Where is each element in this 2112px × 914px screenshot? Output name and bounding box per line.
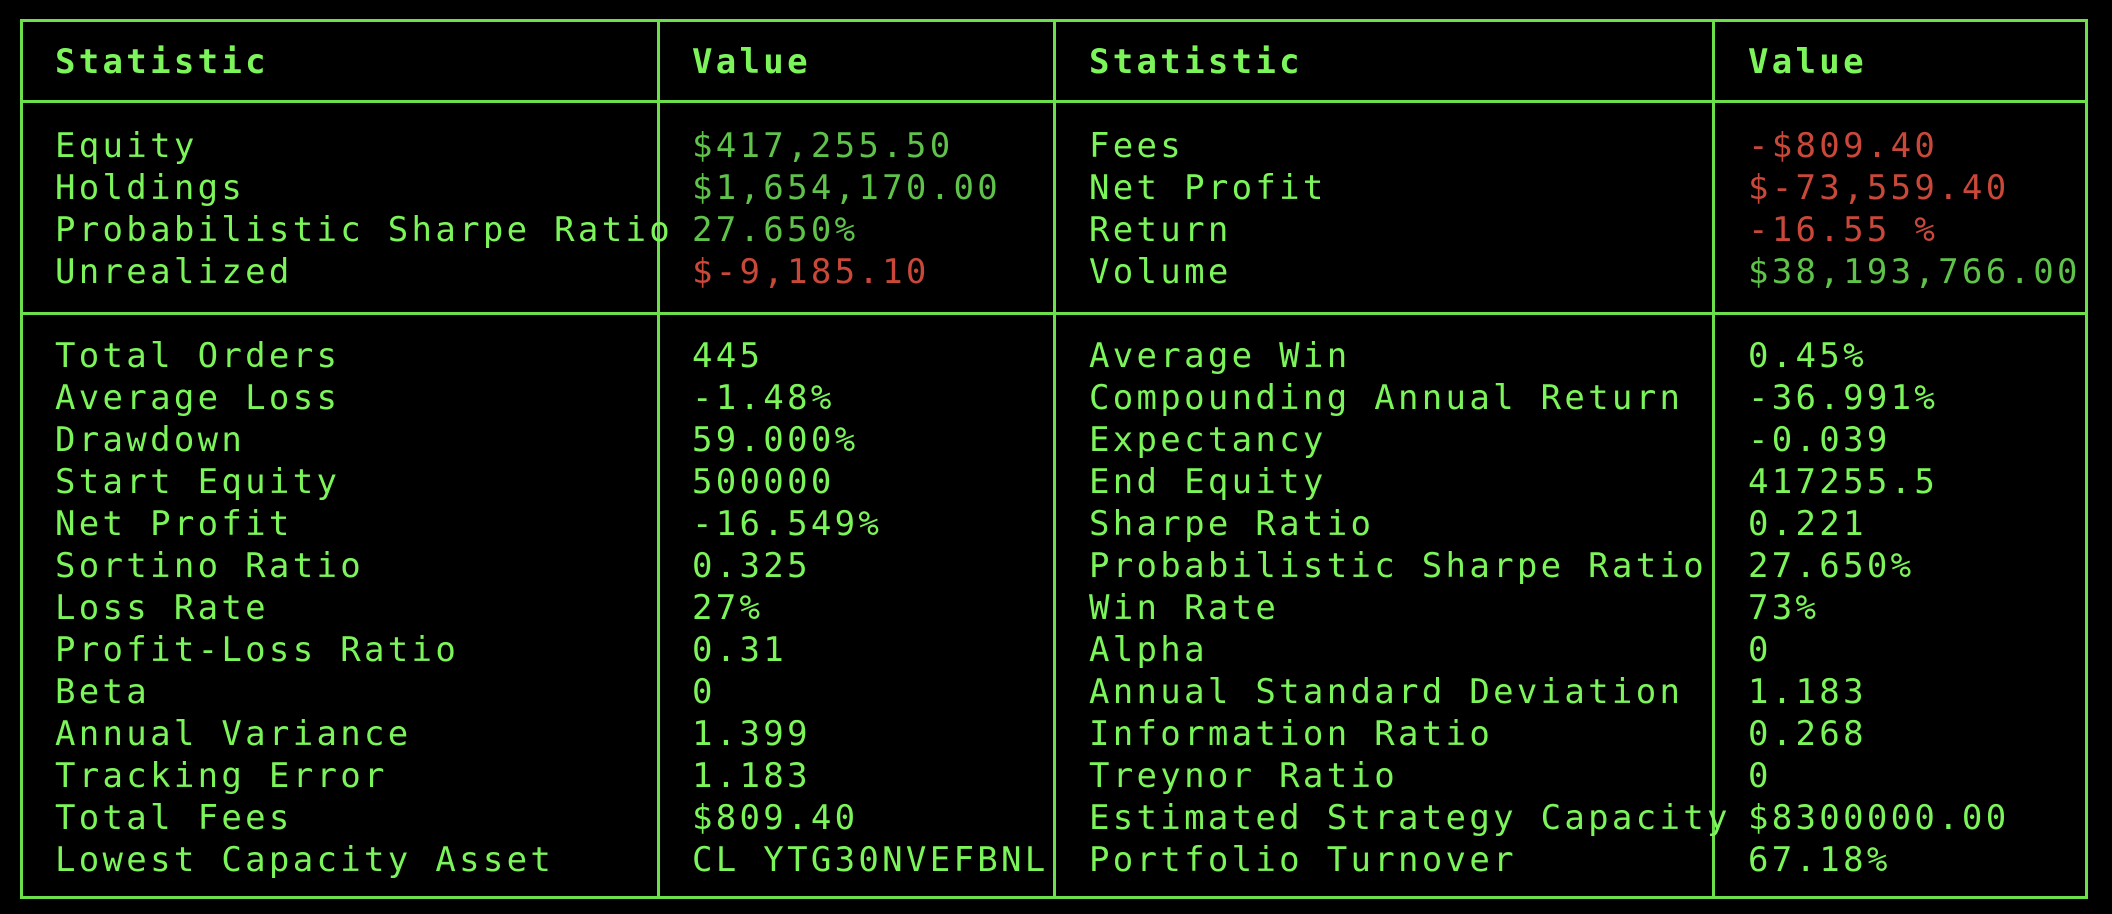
statistic-value: 27.650% <box>692 210 859 250</box>
statistic-label: Beta <box>55 672 151 712</box>
statistic-value: 59.000% <box>692 420 859 460</box>
statistic-label: Start Equity <box>55 462 341 502</box>
statistic-label: Information Ratio <box>1089 714 1494 754</box>
statistic-value: $-9,185.10 <box>692 252 930 292</box>
statistic-label: Treynor Ratio <box>1089 756 1399 796</box>
statistic-value: 0.31 <box>692 630 788 670</box>
statistic-label: Estimated Strategy Capacity <box>1089 798 1731 838</box>
statistic-value: 0 <box>1748 756 1772 796</box>
statistic-label: Drawdown <box>55 420 246 460</box>
statistic-label: Expectancy <box>1089 420 1327 460</box>
statistic-label: Lowest Capacity Asset <box>55 840 555 880</box>
statistic-label: Portfolio Turnover <box>1089 840 1517 880</box>
header-statistic-right: Statistic <box>1089 42 1303 82</box>
statistic-value: $1,654,170.00 <box>692 168 1002 208</box>
statistic-value: 0.268 <box>1748 714 1867 754</box>
statistic-label: Average Win <box>1089 336 1351 376</box>
statistic-value: -0.039 <box>1748 420 1891 460</box>
statistic-label: Total Orders <box>55 336 341 376</box>
statistic-value: 1.183 <box>692 756 811 796</box>
statistic-value: $8300000.00 <box>1748 798 2010 838</box>
statistic-label: Unrealized <box>55 252 293 292</box>
statistic-label: Volume <box>1089 252 1232 292</box>
statistic-label: Probabilistic Sharpe Ratio <box>1089 546 1708 586</box>
column-divider <box>1712 19 1715 899</box>
column-divider <box>657 19 660 899</box>
column-divider <box>1053 19 1056 899</box>
statistic-value: 445 <box>692 336 764 376</box>
statistic-value: 417255.5 <box>1748 462 1939 502</box>
statistic-value: $417,255.50 <box>692 126 954 166</box>
statistic-label: Compounding Annual Return <box>1089 378 1684 418</box>
statistic-label: Fees <box>1089 126 1185 166</box>
header-value-left: Value <box>692 42 811 82</box>
statistic-label: Profit-Loss Ratio <box>55 630 460 670</box>
statistic-label: Holdings <box>55 168 246 208</box>
statistic-label: Average Loss <box>55 378 341 418</box>
statistic-value: -16.55 % <box>1748 210 1939 250</box>
statistic-value: 0 <box>1748 630 1772 670</box>
statistic-label: Sharpe Ratio <box>1089 504 1375 544</box>
statistic-label: Win Rate <box>1089 588 1280 628</box>
statistic-value: 27.650% <box>1748 546 1915 586</box>
statistic-value: 0.45% <box>1748 336 1867 376</box>
statistic-value: $-73,559.40 <box>1748 168 2010 208</box>
statistic-value: 0.325 <box>692 546 811 586</box>
statistic-value: 0.221 <box>1748 504 1867 544</box>
statistic-label: Total Fees <box>55 798 293 838</box>
statistic-label: Annual Standard Deviation <box>1089 672 1684 712</box>
statistic-value: 1.183 <box>1748 672 1867 712</box>
header-value-right: Value <box>1748 42 1867 82</box>
statistic-value: 1.399 <box>692 714 811 754</box>
statistic-value: -1.48% <box>692 378 835 418</box>
statistic-label: Tracking Error <box>55 756 388 796</box>
statistic-label: Equity <box>55 126 198 166</box>
statistic-label: Sortino Ratio <box>55 546 365 586</box>
statistic-value: 73% <box>1748 588 1820 628</box>
statistic-label: Annual Variance <box>55 714 412 754</box>
statistic-label: Net Profit <box>1089 168 1327 208</box>
header-statistic-left: Statistic <box>55 42 269 82</box>
statistic-label: End Equity <box>1089 462 1327 502</box>
statistic-label: Probabilistic Sharpe Ratio <box>55 210 674 250</box>
statistic-label: Alpha <box>1089 630 1208 670</box>
statistic-value: 0 <box>692 672 716 712</box>
statistic-value: $809.40 <box>692 798 859 838</box>
statistic-value: -$809.40 <box>1748 126 1939 166</box>
statistic-value: CL YTG30NVEFBNL <box>692 840 1049 880</box>
statistic-value: 500000 <box>692 462 835 502</box>
statistic-value: 67.18% <box>1748 840 1891 880</box>
statistic-value: $38,193,766.00 <box>1748 252 2081 292</box>
statistic-value: 27% <box>692 588 764 628</box>
statistic-value: -16.549% <box>692 504 883 544</box>
statistic-label: Return <box>1089 210 1232 250</box>
statistic-label: Net Profit <box>55 504 293 544</box>
statistic-label: Loss Rate <box>55 588 269 628</box>
statistic-value: -36.991% <box>1748 378 1939 418</box>
